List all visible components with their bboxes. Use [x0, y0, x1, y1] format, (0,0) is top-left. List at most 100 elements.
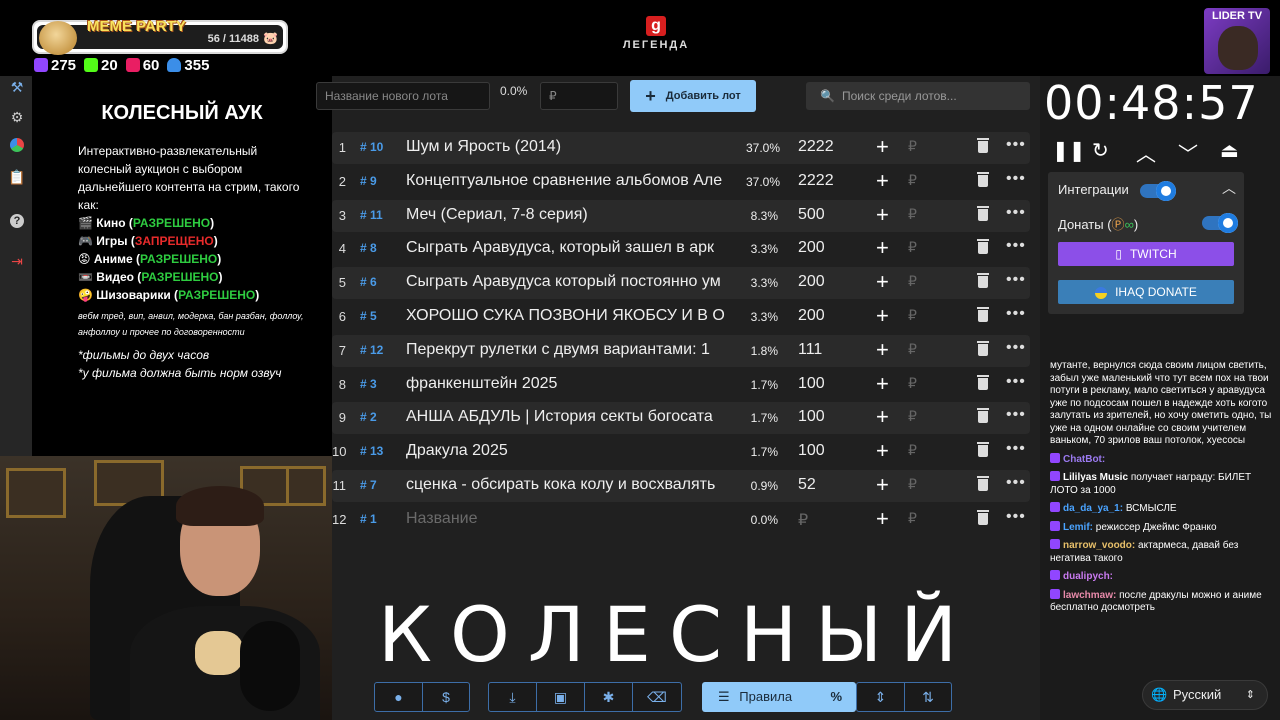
add-amount-icon[interactable]: +: [876, 371, 889, 397]
chat-username[interactable]: Lemif:: [1063, 522, 1093, 533]
ruble-input[interactable]: ₽: [908, 172, 917, 189]
download-icon[interactable]: ⤓: [489, 683, 537, 711]
more-options-icon[interactable]: •••: [1006, 440, 1026, 458]
chevron-up-icon[interactable]: ︿: [1136, 138, 1156, 167]
more-options-icon[interactable]: •••: [1006, 237, 1026, 255]
ruble-input[interactable]: ₽: [908, 375, 917, 392]
rules-button[interactable]: ☰ Правила %: [702, 682, 856, 712]
ruble-input[interactable]: ₽: [908, 273, 917, 290]
more-options-icon[interactable]: •••: [1006, 271, 1026, 289]
delete-icon[interactable]: [977, 442, 989, 458]
lot-amount[interactable]: 500: [798, 206, 825, 224]
chat-username[interactable]: ChatBot:: [1063, 454, 1105, 465]
add-amount-icon[interactable]: +: [876, 404, 889, 430]
add-amount-icon[interactable]: +: [876, 438, 889, 464]
donations-toggle[interactable]: [1202, 213, 1238, 233]
trash-sweep-icon[interactable]: ⌫: [633, 683, 681, 711]
lot-name-input[interactable]: Название нового лота: [316, 82, 490, 110]
ruble-input[interactable]: ₽: [908, 442, 917, 459]
add-amount-icon[interactable]: +: [876, 269, 889, 295]
lot-amount[interactable]: 111: [798, 341, 822, 359]
add-amount-icon[interactable]: +: [876, 134, 889, 160]
lot-amount[interactable]: 52: [798, 476, 816, 494]
delete-icon[interactable]: [977, 408, 989, 424]
lot-amount[interactable]: 200: [798, 307, 825, 325]
lot-name[interactable]: сценка - обсирать кока колу и восхвалять: [406, 476, 726, 494]
chat-username[interactable]: da_da_ya_1:: [1063, 503, 1123, 514]
ruble-input[interactable]: ₽: [908, 239, 917, 256]
save-icon[interactable]: ▣: [537, 683, 585, 711]
delete-icon[interactable]: [977, 205, 989, 222]
language-select[interactable]: 🌐 Русский ⇕: [1142, 680, 1268, 710]
lot-amount[interactable]: ₽: [798, 510, 808, 530]
lot-amount[interactable]: 100: [798, 408, 825, 426]
lot-amount[interactable]: 2222: [798, 172, 834, 190]
more-options-icon[interactable]: •••: [1006, 508, 1026, 526]
integrations-toggle[interactable]: [1140, 181, 1176, 201]
lot-amount[interactable]: 200: [798, 239, 825, 257]
ruble-input[interactable]: ₽: [908, 510, 917, 527]
percent-icon[interactable]: %: [830, 682, 842, 712]
gavel-icon[interactable]: ⚒: [8, 78, 26, 96]
delete-icon[interactable]: [977, 273, 989, 289]
lot-amount-input[interactable]: ₽: [540, 82, 618, 110]
search-input[interactable]: 🔍 Поиск среди лотов...: [806, 82, 1030, 110]
add-amount-icon[interactable]: +: [876, 337, 889, 363]
clipboard-icon[interactable]: 📋: [8, 168, 26, 186]
chat-username[interactable]: dualipych:: [1063, 571, 1113, 582]
ruble-input[interactable]: ₽: [908, 341, 917, 358]
more-options-icon[interactable]: •••: [1006, 170, 1026, 188]
chevron-up-icon[interactable]: ︿: [1222, 178, 1236, 198]
lot-name[interactable]: АНША АБДУЛЬ | История секты богосата: [406, 408, 726, 426]
add-amount-icon[interactable]: +: [876, 506, 889, 532]
more-options-icon[interactable]: •••: [1006, 136, 1026, 154]
lot-amount[interactable]: 200: [798, 273, 825, 291]
pause-icon[interactable]: ❚❚: [1052, 138, 1086, 163]
delete-icon[interactable]: [977, 476, 989, 492]
delete-icon[interactable]: [977, 138, 989, 154]
delete-icon[interactable]: [977, 509, 989, 526]
more-options-icon[interactable]: •••: [1006, 305, 1026, 323]
lot-name[interactable]: Дракула 2025: [406, 442, 726, 460]
add-lot-button[interactable]: + Добавить лот: [630, 80, 756, 112]
more-options-icon[interactable]: •••: [1006, 339, 1026, 357]
collapse-up-icon[interactable]: ⏏: [1220, 138, 1239, 163]
align-center-icon[interactable]: ⇕: [857, 683, 905, 711]
ruble-input[interactable]: ₽: [908, 138, 917, 155]
help-icon[interactable]: ?: [8, 210, 26, 228]
chevron-down-icon[interactable]: ﹀: [1178, 138, 1198, 167]
wheel-icon[interactable]: [8, 138, 26, 156]
lot-name[interactable]: Сыграть Аравудуса, который зашел в арк: [406, 239, 726, 257]
delete-icon[interactable]: [977, 340, 989, 357]
delete-icon[interactable]: [977, 307, 989, 323]
ruble-input[interactable]: ₽: [908, 307, 917, 324]
lot-name[interactable]: франкенштейн 2025: [406, 375, 726, 393]
add-amount-icon[interactable]: +: [876, 168, 889, 194]
add-amount-icon[interactable]: +: [876, 303, 889, 329]
lot-amount[interactable]: 100: [798, 442, 825, 460]
delete-icon[interactable]: [977, 171, 989, 188]
donate-dollar-icon[interactable]: $: [423, 683, 469, 711]
more-options-icon[interactable]: •••: [1006, 373, 1026, 391]
reset-icon[interactable]: ↻: [1092, 138, 1109, 163]
settings-gear-icon[interactable]: ⚙: [8, 108, 26, 126]
lot-name[interactable]: Концептуальное сравнение альбомов Але: [406, 172, 726, 190]
add-amount-icon[interactable]: +: [876, 472, 889, 498]
sort-icon[interactable]: ⇅: [905, 683, 951, 711]
more-options-icon[interactable]: •••: [1006, 204, 1026, 222]
github-icon[interactable]: ●: [375, 683, 423, 711]
lot-amount[interactable]: 2222: [798, 138, 834, 156]
more-options-icon[interactable]: •••: [1006, 406, 1026, 424]
lot-name[interactable]: Перекрут рулетки с двумя вариантами: 1: [406, 341, 726, 359]
add-amount-icon[interactable]: +: [876, 235, 889, 261]
twitch-integration-button[interactable]: ▯ TWITCH: [1058, 242, 1234, 266]
delete-icon[interactable]: [977, 374, 989, 391]
ruble-input[interactable]: ₽: [908, 476, 917, 493]
donate-integration-button[interactable]: IHAQ DONATE: [1058, 280, 1234, 304]
lot-name[interactable]: ХОРОШО СУКА ПОЗВОНИ ЯКОБСУ И В ОБ: [406, 307, 726, 325]
logout-icon[interactable]: ⇥: [8, 252, 26, 270]
chat-username[interactable]: narrow_voodo:: [1063, 540, 1135, 551]
chat-username[interactable]: lawchmaw:: [1063, 590, 1116, 601]
delete-icon[interactable]: [977, 239, 989, 255]
ruble-input[interactable]: ₽: [908, 206, 917, 223]
